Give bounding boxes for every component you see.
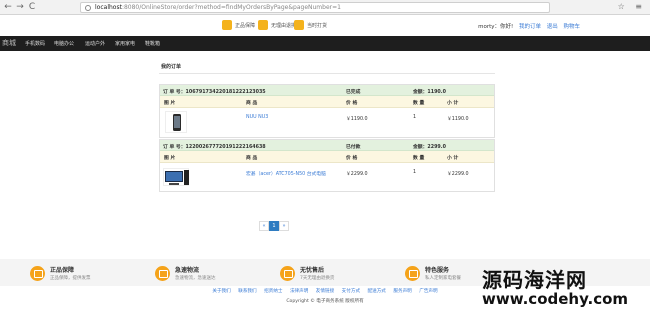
item-qty: 1	[413, 170, 417, 175]
feature-title: 正品保障	[50, 267, 75, 274]
footer-link-ads[interactable]: 广告声明	[419, 289, 437, 294]
col-subtotal: 小 计	[447, 156, 459, 161]
item-price: ￥2299.0	[346, 172, 368, 177]
truck-icon	[294, 20, 304, 30]
col-qty: 数 量	[413, 101, 425, 106]
item-subtotal: ￥2299.0	[447, 172, 469, 177]
back-icon[interactable]: ←	[3, 2, 13, 12]
column-header: 图 片 商 品 价 格 数 量 小 计	[160, 151, 494, 163]
col-name: 商 品	[246, 101, 258, 106]
next-page-button[interactable]: »	[279, 221, 289, 231]
badge-icon	[222, 20, 232, 30]
product-name-link[interactable]: NUU NU3	[246, 115, 268, 120]
cart-link[interactable]: 购物车	[563, 24, 580, 30]
nav-item-sports[interactable]: 运动户外	[85, 40, 105, 47]
prev-page-button[interactable]: «	[259, 221, 269, 231]
page-title: 我的订单	[161, 64, 182, 70]
feature-title: 无忧售后	[300, 267, 325, 274]
nav-item-shoes[interactable]: 鞋靴箱	[145, 40, 160, 47]
main-nav: 商城 手机数码 电脑办公 运动户外 家用家电 鞋靴箱	[0, 36, 650, 51]
watermark-url: www.codehy.com	[482, 290, 629, 308]
feature-special: 特色服务私人定制家电套餐	[405, 264, 461, 282]
return-icon	[258, 20, 268, 30]
feature-aftersale: 无忧售后 7天无理由退换货	[280, 264, 334, 282]
gift-icon	[405, 265, 420, 281]
order-item-row: 宏碁（acer）ATC705-N50 台式电脑 ￥2299.0 1 ￥2299.…	[160, 163, 494, 191]
footer-link-contact[interactable]: 联系我们	[238, 289, 256, 294]
menu-icon[interactable]: ☆ ≡	[618, 2, 646, 11]
feature-shipping: 急速物流急速物流，急速送达	[155, 264, 216, 282]
product-name-link[interactable]: 宏碁（acer）ATC705-N50 台式电脑	[246, 170, 326, 177]
order-card: 订 单 号：106791734220181222123035 已完成 金额：11…	[159, 84, 495, 138]
footer-link-delivery[interactable]: 配送方式	[368, 289, 386, 294]
watermark-title: 源码海洋网	[482, 268, 587, 292]
order-card: 订 单 号：12200267772019122216463​8 已付款 金额：2…	[159, 139, 495, 192]
forward-icon[interactable]: →	[15, 2, 25, 12]
col-qty: 数 量	[413, 156, 425, 161]
thumbs-up-icon	[280, 265, 295, 281]
col-subtotal: 小 计	[447, 101, 459, 106]
order-status: 已完成	[346, 90, 361, 95]
item-subtotal: ￥1190.0	[447, 117, 469, 122]
url-path: :8080/OnlineStore/order?method=findMyOrd…	[121, 4, 341, 11]
pagination: « 1 »	[259, 221, 289, 231]
footer-link-jobs[interactable]: 招贤纳士	[264, 289, 282, 294]
feature-subtitle: 私人定制家电套餐	[425, 276, 461, 281]
column-header: 图 片 商 品 价 格 数 量 小 计	[160, 96, 494, 108]
footer-link-service[interactable]: 服务声明	[393, 289, 411, 294]
address-bar[interactable]: localhost:8080/OnlineStore/order?method=…	[80, 2, 550, 13]
col-name: 商 品	[246, 156, 258, 161]
nav-item-appliances[interactable]: 家用家电	[115, 40, 135, 47]
order-status: 已付款	[346, 145, 361, 150]
feature-subtitle: 7天无理由退换货	[300, 276, 335, 281]
logo[interactable]: 商城	[2, 38, 16, 48]
page-button-current[interactable]: 1	[269, 221, 279, 231]
truck-icon	[155, 265, 170, 281]
product-image[interactable]	[163, 168, 189, 186]
col-price: 价 格	[346, 101, 358, 106]
order-header: 订 单 号：106791734220181222123035 已完成 金额：11…	[160, 85, 494, 96]
order-number: 订 单 号：106791734220181222123035	[163, 90, 266, 95]
footer-link-legal[interactable]: 法律声明	[290, 289, 308, 294]
order-amount: 金额：1190.0	[413, 90, 446, 95]
footer-link-about[interactable]: 关于我们	[212, 289, 230, 294]
feature-genuine: 正品保障正品保障，提供发票	[30, 264, 91, 282]
col-image: 图 片	[164, 156, 176, 161]
user-greeting: morty：你好!	[478, 24, 514, 30]
order-amount: 金额：2299.0	[413, 145, 446, 150]
product-image[interactable]	[165, 111, 187, 133]
browser-toolbar: ← → C localhost:8080/OnlineStore/order?m…	[0, 0, 650, 15]
item-price: ￥1190.0	[346, 117, 368, 122]
footer-link-friends[interactable]: 友情链接	[316, 289, 334, 294]
feature-subtitle: 正品保障，提供发票	[50, 276, 91, 281]
feature-title: 特色服务	[425, 267, 450, 274]
reload-icon[interactable]: C	[27, 2, 37, 12]
user-links: morty：你好! 我的订单 退出 购物车	[478, 22, 580, 30]
shield-icon	[30, 265, 45, 281]
feature-subtitle: 急速物流，急速送达	[175, 276, 216, 281]
logout-link[interactable]: 退出	[547, 24, 558, 30]
url-host: localhost	[95, 4, 122, 11]
order-item-row: NUU NU3 ￥1190.0 1 ￥1190.0	[160, 108, 494, 137]
feature-title: 急速物流	[175, 267, 200, 274]
service-shipping: 当时打货	[294, 19, 327, 31]
divider	[159, 73, 495, 74]
service-return: 无理由退换	[258, 19, 296, 31]
nav-item-phones[interactable]: 手机数码	[25, 40, 45, 47]
col-price: 价 格	[346, 156, 358, 161]
item-qty: 1	[413, 115, 417, 120]
my-orders-link[interactable]: 我的订单	[519, 24, 541, 30]
nav-item-computers[interactable]: 电脑办公	[54, 40, 74, 47]
footer-link-payment[interactable]: 支付方式	[342, 289, 360, 294]
service-genuine: 正品保障	[222, 19, 255, 31]
col-image: 图 片	[164, 101, 176, 106]
info-icon	[85, 5, 91, 11]
order-header: 订 单 号：12200267772019122216463​8 已付款 金额：2…	[160, 140, 494, 151]
order-number: 订 单 号：12200267772019122216463​8	[163, 145, 266, 150]
